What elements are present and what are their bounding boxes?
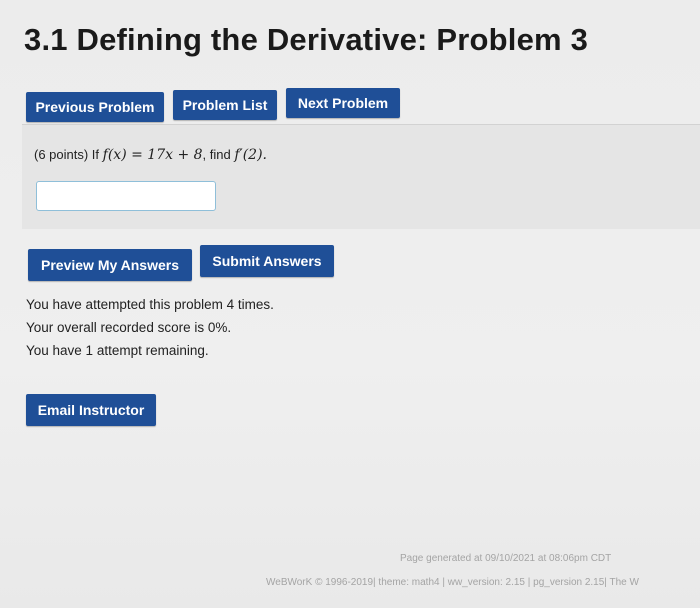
attempt-status: You have attempted this problem 4 times.… (26, 293, 274, 362)
problem-list-button[interactable]: Problem List (173, 90, 277, 120)
previous-problem-button[interactable]: Previous Problem (26, 92, 164, 122)
problem-points: (6 points) If (34, 147, 100, 162)
submit-answers-button[interactable]: Submit Answers (200, 245, 334, 277)
footer-credits: WeBWorK © 1996-2019| theme: math4 | ww_v… (266, 577, 639, 588)
page-generated-text: Page generated at 09/10/2021 at 08:06pm … (400, 553, 612, 564)
answer-input[interactable] (36, 181, 216, 211)
problem-statement: (6 points) If f(x) = 17x + 8, find f′(2)… (34, 147, 267, 163)
problem-box: (6 points) If f(x) = 17x + 8, find f′(2)… (22, 124, 700, 229)
remaining-text: You have 1 attempt remaining. (26, 343, 209, 358)
find-label: , find (202, 147, 231, 162)
function-expression: f(x) = 17x + 8 (102, 147, 203, 163)
email-instructor-button[interactable]: Email Instructor (26, 394, 156, 426)
derivative-expression: f′(2). (234, 147, 268, 163)
page: 3.1 Defining the Derivative: Problem 3 P… (0, 0, 700, 608)
score-text: Your overall recorded score is 0%. (26, 320, 232, 335)
attempts-text: You have attempted this problem 4 times. (26, 297, 274, 312)
preview-answers-button[interactable]: Preview My Answers (28, 249, 192, 281)
next-problem-button[interactable]: Next Problem (286, 88, 400, 118)
page-title: 3.1 Defining the Derivative: Problem 3 (24, 22, 589, 57)
